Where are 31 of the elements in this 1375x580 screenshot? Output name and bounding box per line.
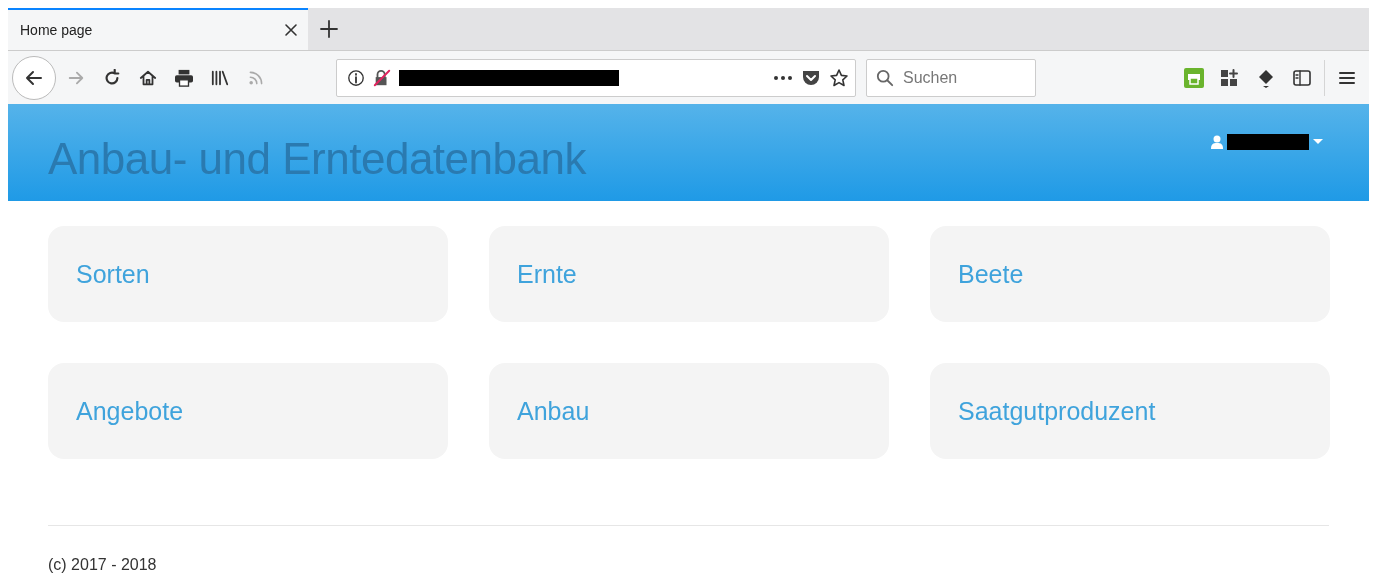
star-icon[interactable] (829, 67, 849, 88)
nav-tile[interactable]: Sorten (48, 226, 448, 322)
copyright-text: (c) 2017 - 2018 (48, 556, 158, 574)
tab-title: Home page (20, 22, 93, 38)
pocket-icon[interactable] (801, 68, 821, 87)
search-field[interactable]: Suchen (866, 58, 1036, 97)
close-icon[interactable] (284, 23, 298, 37)
address-bar[interactable] (336, 58, 856, 97)
page-title: Anbau- und Erntedatenbank (48, 134, 586, 184)
crossed-lock-icon[interactable] (373, 68, 391, 87)
nav-tile[interactable]: Ernte (489, 226, 889, 322)
user-menu[interactable] (1211, 134, 1323, 150)
nav-tile[interactable]: Beete (930, 226, 1330, 322)
nav-tile[interactable]: Angebote (48, 363, 448, 459)
caret-icon (1313, 139, 1323, 145)
user-icon (1211, 135, 1223, 149)
menu-icon[interactable] (1338, 69, 1356, 86)
printer-icon[interactable] (174, 68, 194, 87)
home-icon[interactable] (139, 68, 157, 87)
nav-tile[interactable]: Anbau (489, 363, 889, 459)
library-icon[interactable] (210, 68, 230, 87)
search-icon (876, 68, 894, 87)
add-widget-icon[interactable] (1220, 67, 1240, 88)
sidebar-icon[interactable] (1292, 68, 1312, 87)
info-icon[interactable] (347, 68, 365, 87)
more-icon[interactable] (773, 74, 793, 81)
plus-icon[interactable] (320, 20, 338, 38)
nav-tile[interactable]: Saatgutproduzent (930, 363, 1330, 459)
back-button[interactable] (12, 55, 56, 100)
reload-icon[interactable] (103, 68, 121, 87)
browser-tab[interactable]: Home page (8, 8, 308, 50)
